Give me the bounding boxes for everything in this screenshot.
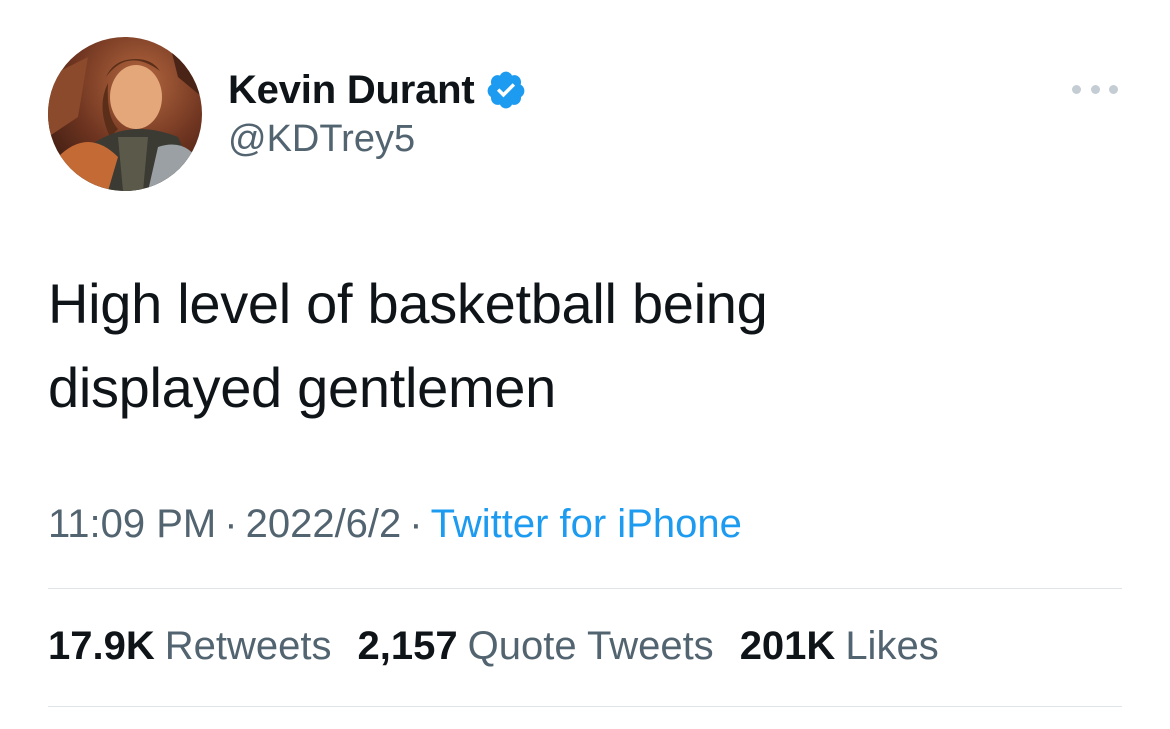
tweet-time[interactable]: 11:09 PM <box>48 502 216 546</box>
avatar-image <box>48 37 202 191</box>
author-display-name[interactable]: Kevin Durant <box>228 68 475 113</box>
more-dot <box>1090 84 1100 94</box>
divider <box>48 706 1122 707</box>
tweet-date[interactable]: 2022/6/2 <box>246 502 402 546</box>
author-handle[interactable]: @KDTrey5 <box>228 118 415 161</box>
more-options-icon[interactable] <box>1072 78 1118 100</box>
tweet-text-line: High level of basketball being <box>48 272 768 335</box>
quote-tweets-stat[interactable]: 2,157 Quote Tweets <box>358 624 714 669</box>
more-dot <box>1109 84 1118 94</box>
tweet-source-link[interactable]: Twitter for iPhone <box>431 502 742 546</box>
quote-tweets-count: 2,157 <box>357 624 458 668</box>
tweet-meta: 11:09 PM · 2022/6/2 · Twitter for iPhone <box>48 502 742 547</box>
retweets-label: Retweets <box>164 624 332 668</box>
tweet-text-line: displayed gentlemen <box>48 356 556 419</box>
avatar[interactable] <box>48 37 202 191</box>
quote-tweets-label: Quote Tweets <box>467 624 714 668</box>
divider <box>48 588 1122 589</box>
meta-separator: · <box>409 502 423 546</box>
likes-stat[interactable]: 201K Likes <box>740 624 939 669</box>
tweet-text: High level of basketball being displayed… <box>48 262 1048 430</box>
verified-badge-icon <box>485 69 527 111</box>
tweet-card: Kevin Durant @KDTrey5 High level of bask… <box>0 0 1170 729</box>
meta-separator: · <box>224 502 238 546</box>
retweets-count: 17.9K <box>48 624 155 668</box>
more-dot <box>1072 84 1081 94</box>
tweet-stats: 17.9K Retweets 2,157 Quote Tweets 201K Like… <box>48 624 965 669</box>
likes-label: Likes <box>845 624 939 668</box>
likes-count: 201K <box>739 624 836 668</box>
retweets-stat[interactable]: 17.9K Retweets <box>48 624 332 669</box>
author-name-row[interactable]: Kevin Durant <box>228 64 527 116</box>
